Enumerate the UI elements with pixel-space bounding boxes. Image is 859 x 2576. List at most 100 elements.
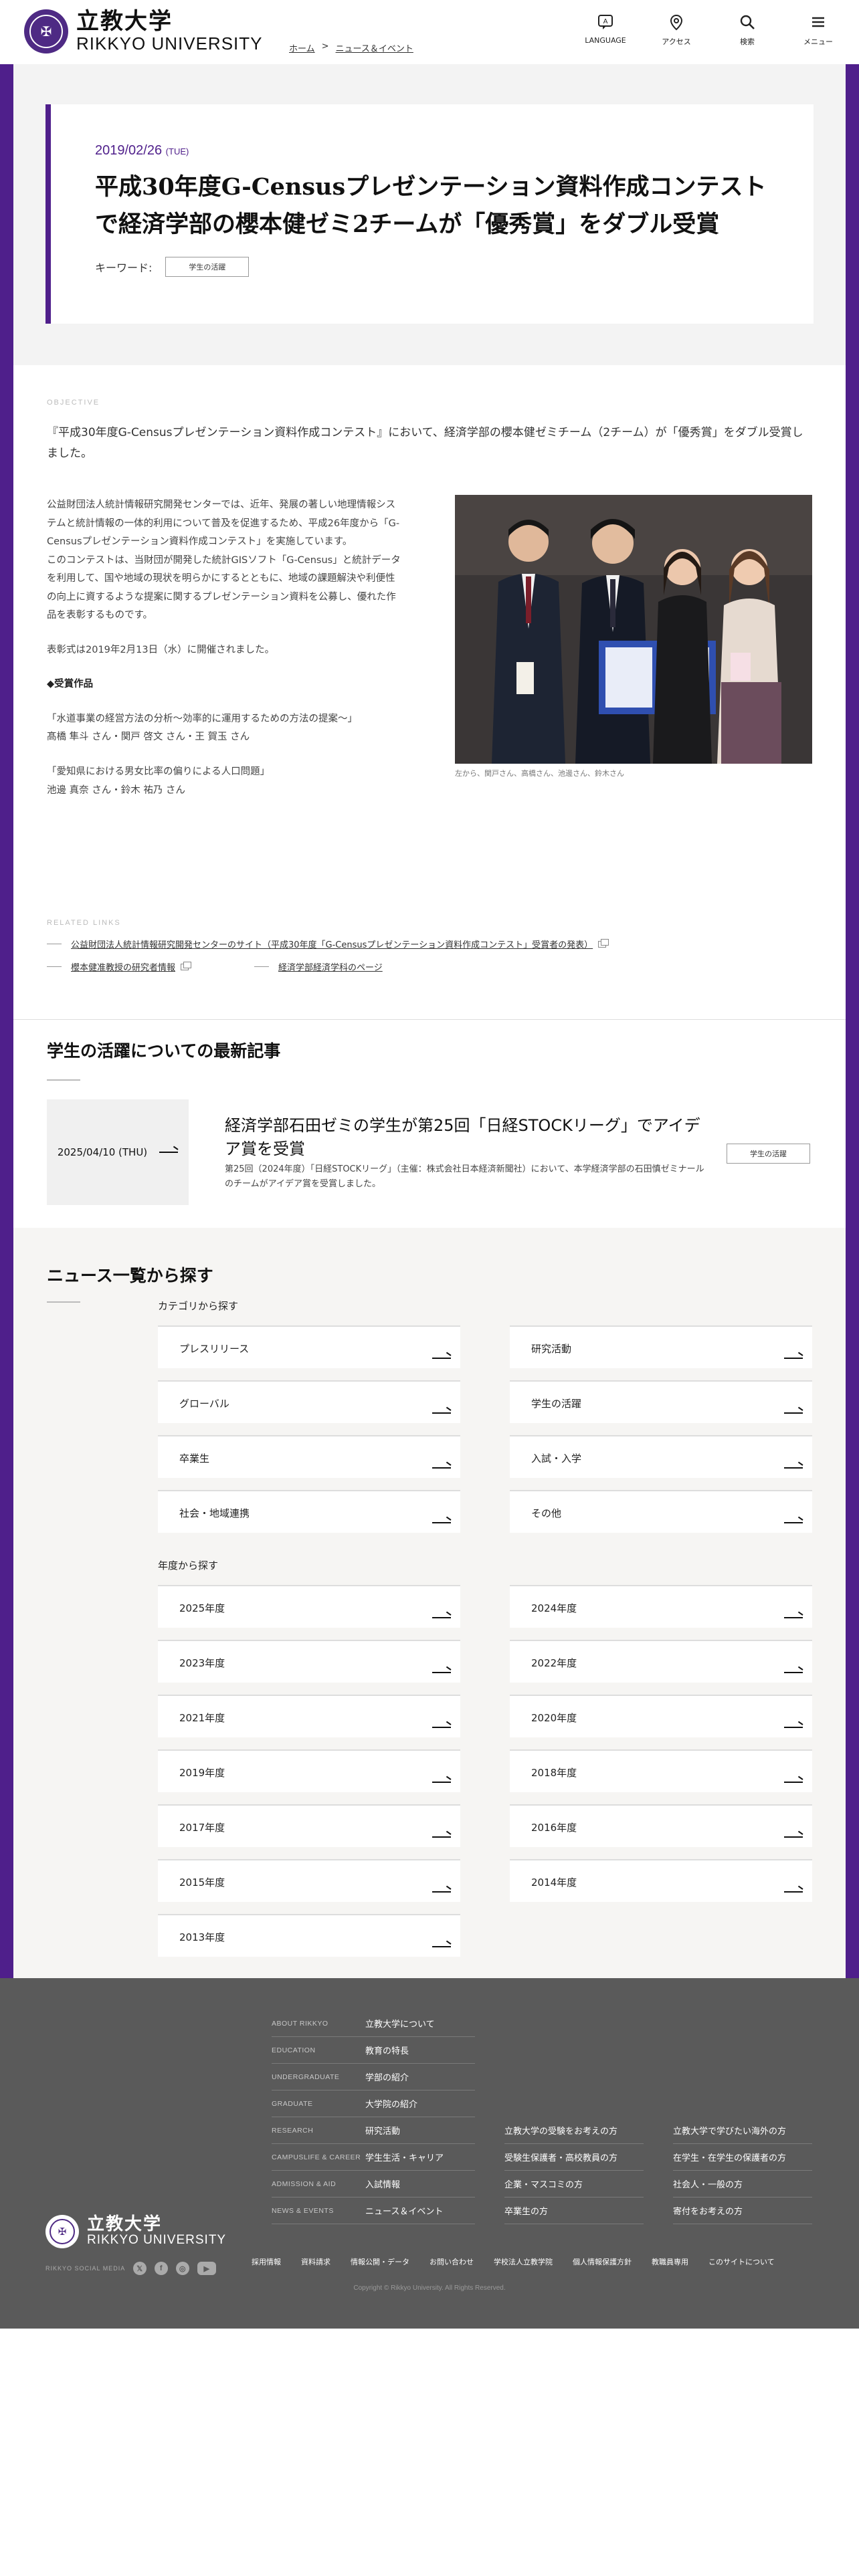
year-button[interactable]: 2024年度 bbox=[510, 1585, 812, 1628]
footer-bottom-link[interactable]: お問い合わせ bbox=[430, 2256, 474, 2267]
footer-audience-link[interactable]: 企業・マスコミの方 bbox=[504, 2171, 644, 2197]
footer-bottom-link[interactable]: 情報公開・データ bbox=[351, 2256, 409, 2267]
year-button[interactable]: 2022年度 bbox=[510, 1640, 812, 1683]
footer-bottom-link[interactable]: 教職員専用 bbox=[652, 2256, 688, 2267]
related-link-department[interactable]: 経済学部経済学科のページ bbox=[278, 960, 383, 973]
arrow-right-icon bbox=[432, 1617, 451, 1618]
header-nav: A LANGUAGE アクセス 検索 メニュー bbox=[585, 13, 839, 47]
category-button[interactable]: その他 bbox=[510, 1490, 812, 1533]
arrow-right-icon bbox=[432, 1467, 451, 1469]
copyright: Copyright © Rikkyo University. All Right… bbox=[353, 2284, 506, 2292]
latest-tag[interactable]: 学生の活躍 bbox=[727, 1144, 810, 1164]
category-button[interactable]: 社会・地域連携 bbox=[158, 1490, 460, 1533]
footer-bottom-link[interactable]: 個人情報保護方針 bbox=[573, 2256, 632, 2267]
arrow-right-icon bbox=[432, 1522, 451, 1523]
footer-menu-item[interactable]: GRADUATE 大学院の紹介 bbox=[272, 2090, 475, 2117]
footer-menu-item[interactable]: ABOUT RIKKYO 立教大学について bbox=[272, 2010, 475, 2037]
breadcrumb-home[interactable]: ホーム bbox=[289, 41, 315, 54]
related-link-item: 櫻本健准教授の研究者情報 bbox=[47, 960, 192, 973]
arrow-right-icon bbox=[784, 1412, 803, 1414]
site-logo[interactable]: ✠ 立教大学 RIKKYO UNIVERSITY bbox=[24, 9, 263, 53]
year-button[interactable]: 2025年度 bbox=[158, 1585, 460, 1628]
footer-audience-link[interactable]: 社会人・一般の方 bbox=[673, 2171, 812, 2197]
footer-audience-link[interactable]: 立教大学の受験をお考えの方 bbox=[504, 2117, 644, 2144]
footer-bottom-link[interactable]: このサイトについて bbox=[708, 2256, 775, 2267]
arrow-right-icon bbox=[784, 1617, 803, 1618]
year-button[interactable]: 2016年度 bbox=[510, 1804, 812, 1847]
language-icon: A bbox=[598, 15, 613, 29]
category-button[interactable]: 学生の活躍 bbox=[510, 1380, 812, 1423]
footer-menu-link: 大学院の紹介 bbox=[365, 2100, 418, 2110]
footer-logo[interactable]: ✠ 立教大学 RIKKYO UNIVERSITY bbox=[45, 2215, 226, 2248]
footer-bottom-link[interactable]: 採用情報 bbox=[252, 2256, 281, 2267]
language-button[interactable]: A LANGUAGE bbox=[585, 13, 626, 47]
related-link-researcher[interactable]: 櫻本健准教授の研究者情報 bbox=[71, 960, 175, 973]
facebook-icon[interactable]: f bbox=[155, 2262, 169, 2275]
svg-text:A: A bbox=[603, 18, 608, 25]
button-label: 2017年度 bbox=[179, 1822, 225, 1834]
button-label: 研究活動 bbox=[531, 1343, 572, 1355]
footer-menu-item[interactable]: EDUCATION 教育の特長 bbox=[272, 2037, 475, 2064]
footer-audience-link[interactable]: 在学生・在学生の保護者の方 bbox=[673, 2144, 812, 2171]
link-dash bbox=[254, 966, 269, 967]
footer-audience-link[interactable]: 卒業生の方 bbox=[504, 2197, 644, 2224]
button-label: 2024年度 bbox=[531, 1602, 577, 1614]
arrow-right-icon bbox=[432, 1358, 451, 1359]
related-links-label: RELATED LINKS bbox=[47, 919, 121, 927]
article-body: 公益財団法人統計情報研究開発センターでは、近年、発展の著しい地理情報システムと統… bbox=[47, 496, 401, 816]
article-date: 2019/02/26 (TUE) bbox=[95, 143, 189, 158]
category-button[interactable]: 卒業生 bbox=[158, 1435, 460, 1478]
button-label: 2020年度 bbox=[531, 1712, 577, 1724]
category-button[interactable]: 入試・入学 bbox=[510, 1435, 812, 1478]
footer-audience-link[interactable]: 寄付をお考えの方 bbox=[673, 2197, 812, 2224]
award-names: 池邊 真奈 さん・鈴木 祐乃 さん bbox=[47, 784, 185, 796]
footer-menu-category: RESEARCH bbox=[272, 2126, 314, 2135]
latest-article-card[interactable]: 2025/04/10 (THU) 経済学部石田ゼミの学生が第25回「日経STOC… bbox=[47, 1099, 812, 1205]
footer-bottom-links: 採用情報 資料請求 情報公開・データ お問い合わせ 学校法人立教学院 個人情報保護方針 教職… bbox=[252, 2256, 775, 2267]
footer-menu-item[interactable]: NEWS & EVENTS ニュース＆イベント bbox=[272, 2197, 475, 2224]
year-button[interactable]: 2013年度 bbox=[158, 1914, 460, 1957]
breadcrumb-news[interactable]: ニュース＆イベント bbox=[336, 41, 413, 54]
youtube-icon[interactable]: ▶ bbox=[197, 2262, 217, 2275]
footer-menu-item[interactable]: CAMPUSLIFE & CAREER 学生生活・キャリア bbox=[272, 2144, 475, 2171]
x-icon[interactable]: 𝕏 bbox=[133, 2262, 147, 2275]
menu-button[interactable]: メニュー bbox=[797, 13, 839, 47]
footer-menu-link: 入試情報 bbox=[365, 2180, 401, 2190]
footer-audience-link[interactable]: 受験生保護者・高校教員の方 bbox=[504, 2144, 644, 2171]
button-label: 入試・入学 bbox=[531, 1453, 582, 1465]
footer-audience-link[interactable]: 立教大学で学びたい海外の方 bbox=[673, 2117, 812, 2144]
year-button[interactable]: 2020年度 bbox=[510, 1695, 812, 1737]
footer-bottom-link[interactable]: 資料請求 bbox=[301, 2256, 330, 2267]
year-button[interactable]: 2017年度 bbox=[158, 1804, 460, 1847]
year-button[interactable]: 2015年度 bbox=[158, 1859, 460, 1902]
site-header: ✠ 立教大学 RIKKYO UNIVERSITY ホーム > ニュース＆イベント… bbox=[0, 0, 859, 64]
search-button[interactable]: 検索 bbox=[727, 13, 768, 47]
footer-menu-item[interactable]: UNDERGRADUATE 学部の紹介 bbox=[272, 2064, 475, 2090]
button-label: 2025年度 bbox=[179, 1602, 225, 1614]
related-link-center[interactable]: 公益財団法人統計情報研究開発センターのサイト（平成30年度「G-Censusプレ… bbox=[71, 938, 593, 950]
button-label: 2016年度 bbox=[531, 1822, 577, 1834]
footer-menu-item[interactable]: RESEARCH 研究活動 bbox=[272, 2117, 475, 2144]
category-button[interactable]: 研究活動 bbox=[510, 1325, 812, 1368]
year-button[interactable]: 2021年度 bbox=[158, 1695, 460, 1737]
keyword-tag[interactable]: 学生の活躍 bbox=[165, 257, 250, 277]
university-seal: ✠ bbox=[24, 9, 68, 53]
footer-menu-link: 学生生活・キャリア bbox=[365, 2153, 444, 2163]
arrow-right-icon bbox=[432, 1672, 451, 1673]
category-button[interactable]: グローバル bbox=[158, 1380, 460, 1423]
footer-bottom-link[interactable]: 学校法人立教学院 bbox=[494, 2256, 553, 2267]
category-button[interactable]: プレスリリース bbox=[158, 1325, 460, 1368]
arrow-right-icon bbox=[784, 1358, 803, 1359]
year-button[interactable]: 2019年度 bbox=[158, 1749, 460, 1792]
year-button[interactable]: 2014年度 bbox=[510, 1859, 812, 1902]
article-title-card: 2019/02/26 (TUE) 平成30年度G-Censusプレゼンテーション… bbox=[45, 104, 814, 324]
category-heading: カテゴリから探す bbox=[158, 1300, 239, 1312]
year-button[interactable]: 2018年度 bbox=[510, 1749, 812, 1792]
year-button[interactable]: 2023年度 bbox=[158, 1640, 460, 1683]
logo-japanese: 立教大学 bbox=[87, 2214, 163, 2234]
instagram-icon[interactable]: ◎ bbox=[176, 2262, 190, 2275]
latest-title: 経済学部石田ゼミの学生が第25回「日経STOCKリーグ」でアイデア賞を受賞 bbox=[225, 1116, 700, 1158]
photo-caption: 左から、関戸さん、高橋さん、池邊さん、鈴木さん bbox=[455, 769, 624, 778]
footer-menu-item[interactable]: ADMISSION & AID 入試情報 bbox=[272, 2171, 475, 2197]
access-button[interactable]: アクセス bbox=[656, 13, 697, 47]
